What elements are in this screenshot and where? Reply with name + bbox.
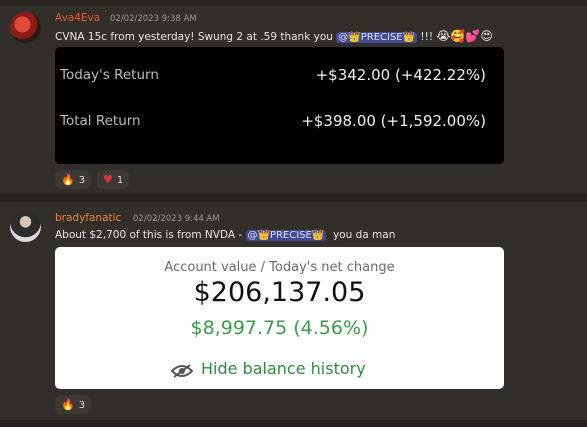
net-change: $8,997.75 (4.56%)	[190, 317, 369, 339]
message-divider	[0, 193, 587, 202]
message-text: CVNA 15c from yesterday! Swung 2 at .59 …	[55, 29, 493, 43]
avatar[interactable]	[10, 12, 41, 43]
message-text-start: CVNA 15c from yesterday! Swung 2 at .59 …	[55, 31, 337, 43]
hide-balance-history-label: Hide balance history	[201, 359, 366, 378]
user-mention[interactable]: @👑PRECISE👑	[336, 32, 418, 43]
eye-off-icon	[170, 363, 194, 378]
reaction-heart[interactable]: ♥ 1	[97, 170, 130, 189]
username[interactable]: Ava4Eva	[55, 12, 100, 24]
todays-return-label: Today's Return	[60, 67, 159, 83]
heart-eyes-emoji: 😍	[480, 29, 493, 43]
message-text-end: you da man	[326, 229, 396, 241]
returns-image[interactable]: Today's Return +$342.00 (+422.22%) Total…	[55, 47, 504, 164]
loudly-crying-emoji: 😭	[436, 29, 451, 43]
fire-icon: 🔥	[61, 398, 75, 411]
total-return-label: Total Return	[60, 113, 141, 129]
reaction-count: 3	[78, 400, 86, 411]
smiling-hearts-emoji: 🥰	[450, 29, 466, 43]
reaction-fire[interactable]: 🔥 3	[55, 170, 92, 189]
message-text: About $2,700 of this is from NVDA - @👑PR…	[55, 229, 395, 241]
hide-balance-history-button[interactable]: Hide balance history	[170, 359, 366, 378]
message-text-start: About $2,700 of this is from NVDA -	[55, 229, 246, 241]
bottom-divider	[0, 420, 587, 427]
reaction-count: 3	[78, 175, 86, 186]
reaction-count: 1	[116, 175, 124, 186]
timestamp: 02/02/2023 9:44 AM	[133, 214, 220, 224]
heart-icon: ♥	[103, 173, 113, 186]
total-return-value: +$398.00 (+1,592.00%)	[301, 112, 486, 130]
account-value: $206,137.05	[193, 277, 366, 308]
two-hearts-emoji: 💕	[465, 29, 481, 43]
username[interactable]: bradyfanatic	[55, 212, 121, 224]
fire-icon: 🔥	[61, 173, 75, 186]
account-value-image[interactable]: Account value / Today's net change $206,…	[55, 247, 504, 389]
user-mention[interactable]: @👑PRECISE👑	[245, 230, 327, 241]
reaction-fire[interactable]: 🔥 3	[55, 395, 92, 414]
timestamp: 02/02/2023 9:38 AM	[110, 14, 197, 24]
avatar[interactable]	[10, 211, 41, 242]
message-text-end: !!!	[417, 31, 434, 43]
todays-return-value: +$342.00 (+422.22%)	[315, 66, 486, 84]
message-ava4eva: Ava4Eva 02/02/2023 9:38 AM CVNA 15c from…	[0, 0, 587, 193]
account-value-header: Account value / Today's net change	[164, 260, 395, 275]
